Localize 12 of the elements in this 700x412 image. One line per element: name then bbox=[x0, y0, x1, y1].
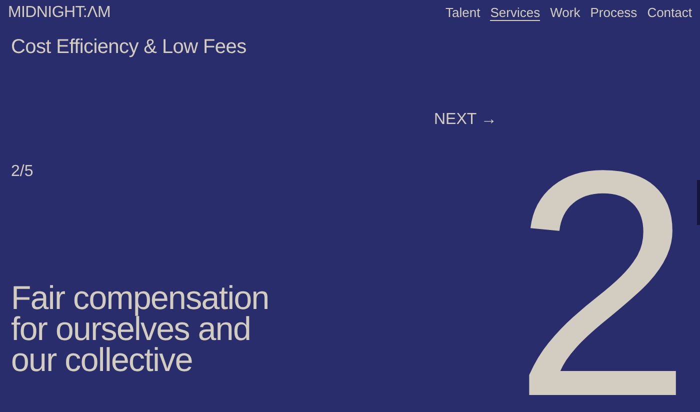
headline: Fair compensation for ourselves and our collective bbox=[11, 282, 270, 375]
nav-link[interactable]: Process bbox=[590, 6, 638, 20]
section-title: Cost Efficiency & Low Fees bbox=[11, 36, 248, 59]
big-number: 2 bbox=[513, 165, 692, 405]
next-button[interactable]: NEXT → bbox=[434, 111, 497, 129]
nav-link[interactable]: Talent bbox=[446, 6, 480, 20]
nav-link[interactable]: Work bbox=[550, 6, 580, 20]
nav-link[interactable]: Services bbox=[490, 6, 540, 20]
logo[interactable]: MIDNIGHT:ΛM bbox=[8, 4, 110, 22]
scrollbar-thumb[interactable] bbox=[697, 180, 700, 225]
slide-counter: 2/5 bbox=[11, 163, 34, 181]
nav-link[interactable]: Contact bbox=[647, 6, 692, 20]
